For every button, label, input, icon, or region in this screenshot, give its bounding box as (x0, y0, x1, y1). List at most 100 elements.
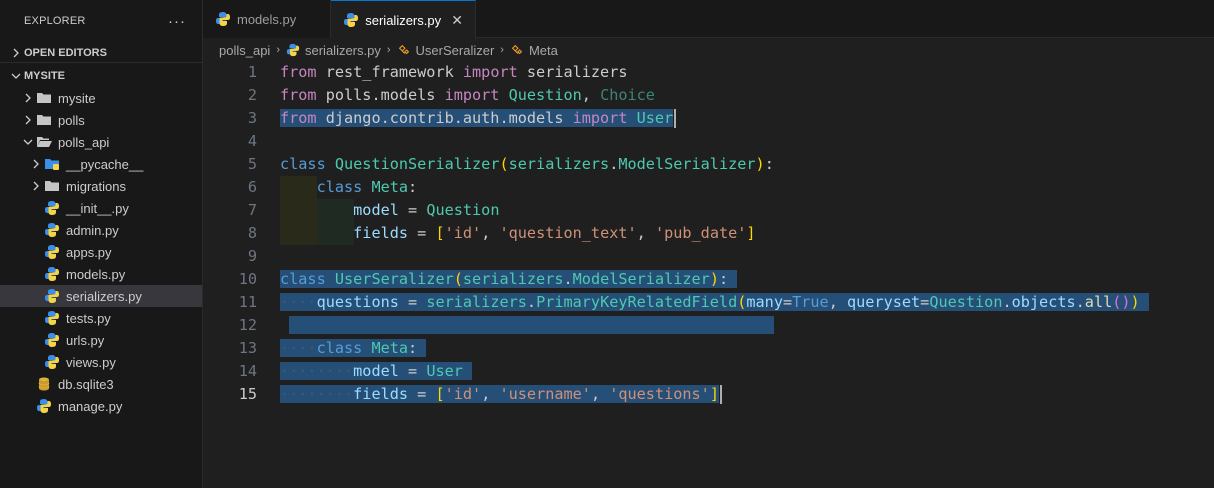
code-token: = (398, 362, 427, 380)
open-editors-section[interactable]: OPEN EDITORS (0, 42, 202, 64)
close-icon[interactable]: ✕ (449, 12, 465, 29)
python-icon (44, 288, 60, 304)
line-number-gutter: 1 2 3 4 5 6 7 8 9 10 11 12 13 14 15 (203, 61, 265, 406)
python-icon (44, 222, 60, 238)
tree-file-apps[interactable]: apps.py (0, 241, 202, 263)
code-line: from rest_framework import serializers (280, 61, 1149, 84)
breadcrumb-class[interactable]: UserSeralizer (416, 43, 495, 58)
code-token: UserSeralizer (334, 270, 454, 288)
tree-folder-migrations[interactable]: migrations (0, 175, 202, 197)
python-icon (36, 398, 52, 414)
code-token: = (408, 385, 436, 403)
code-token: = (782, 293, 793, 311)
tree-file-models[interactable]: models.py (0, 263, 202, 285)
tree-item-label: polls (58, 112, 85, 128)
line-number: 11 (238, 293, 257, 311)
line-number: 1 (247, 63, 257, 81)
tree-folder-polls-api[interactable]: polls_api (0, 131, 202, 153)
code-token: polls.models (316, 86, 445, 104)
tree-file-manage[interactable]: manage.py (0, 395, 202, 417)
code-token: import (462, 63, 518, 81)
code-token: Choice (600, 86, 655, 104)
code-token: questions (316, 293, 399, 311)
tree-item-label: views.py (66, 354, 116, 370)
editor-tabs: models.py serializers.py ✕ (203, 0, 1214, 39)
folder-open-icon (36, 134, 52, 150)
tree-folder-mysite[interactable]: mysite (0, 87, 202, 109)
code-line: model = Question (280, 199, 1149, 222)
line-number: 5 (247, 155, 257, 173)
line-number: 6 (247, 178, 257, 196)
tab-label: models.py (237, 11, 297, 27)
line-number: 8 (247, 224, 257, 242)
code-token: serializers (508, 155, 610, 173)
tab-label: serializers.py (365, 12, 442, 28)
code-token: serializers (426, 293, 527, 311)
tree-file-urls[interactable]: urls.py (0, 329, 202, 351)
tree-item-label: polls_api (58, 134, 110, 150)
tree-item-label: mysite (58, 90, 96, 106)
code-token: . (1002, 293, 1012, 311)
tab-models[interactable]: models.py (203, 0, 332, 38)
code-editor[interactable]: 1 2 3 4 5 6 7 8 9 10 11 12 13 14 15 from… (203, 61, 1214, 488)
tab-serializers[interactable]: serializers.py ✕ (331, 0, 477, 39)
code-token: 'id' (444, 224, 482, 242)
tree-file-admin[interactable]: admin.py (0, 219, 202, 241)
breadcrumb-file[interactable]: serializers.py (305, 43, 381, 58)
code-token: model (353, 362, 399, 380)
code-token: User (426, 362, 463, 380)
code-token: ) (709, 270, 719, 288)
code-line: ····questions = serializers.PrimaryKeyRe… (280, 291, 1149, 314)
indent-guide (280, 199, 317, 222)
code-token: 'question_text' (499, 224, 637, 242)
tree-item-label: serializers.py (66, 288, 142, 304)
tree-folder-pycache[interactable]: __pycache__ (0, 153, 202, 175)
line-number: 4 (247, 132, 257, 150)
tree-folder-polls[interactable]: polls (0, 109, 202, 131)
chevron-right-icon (20, 112, 36, 128)
code-area[interactable]: from rest_framework import serializers f… (280, 61, 1149, 406)
chevron-right-icon: › (276, 44, 280, 56)
tree-file-tests[interactable]: tests.py (0, 307, 202, 329)
explorer-header: EXPLORER ··· (0, 0, 202, 42)
python-icon (44, 332, 60, 348)
tree-item-label: __init__.py (66, 200, 129, 216)
project-section[interactable]: MYSITE (0, 65, 202, 87)
code-token: class (316, 178, 363, 196)
tree-file-db[interactable]: db.sqlite3 (0, 373, 202, 395)
explorer-title: EXPLORER (24, 15, 86, 27)
code-token: from (280, 63, 317, 81)
code-token: Meta (371, 339, 409, 357)
tree-item-label: admin.py (66, 222, 119, 238)
code-token: model (353, 201, 399, 219)
line-number: 10 (238, 270, 257, 288)
code-token: : (408, 339, 418, 357)
database-icon (36, 376, 52, 392)
code-token: . (563, 270, 573, 288)
code-token: all (1084, 293, 1113, 311)
breadcrumb-folder[interactable]: polls_api (219, 43, 270, 58)
line-number: 14 (238, 362, 257, 380)
python-icon (44, 244, 60, 260)
more-actions-icon[interactable]: ··· (168, 13, 186, 30)
code-token: fields (353, 385, 409, 403)
tree-file-serializers[interactable]: serializers.py (0, 285, 202, 307)
code-token: from (280, 109, 317, 127)
breadcrumb-inner-class[interactable]: Meta (529, 43, 558, 58)
code-token: queryset (847, 293, 921, 311)
code-token: rest_framework (316, 63, 463, 81)
code-token: many (746, 293, 783, 311)
code-token: from (280, 86, 317, 104)
code-token: ] (709, 385, 719, 403)
indent-guide (317, 222, 354, 245)
code-line: ········model = User (280, 360, 1149, 383)
code-token: serializers (462, 270, 564, 288)
code-token: ) (1130, 293, 1140, 311)
tree-file-init[interactable]: __init__.py (0, 197, 202, 219)
python-icon (343, 12, 359, 28)
tree-file-views[interactable]: views.py (0, 351, 202, 373)
code-token: 'pub_date' (654, 224, 747, 242)
